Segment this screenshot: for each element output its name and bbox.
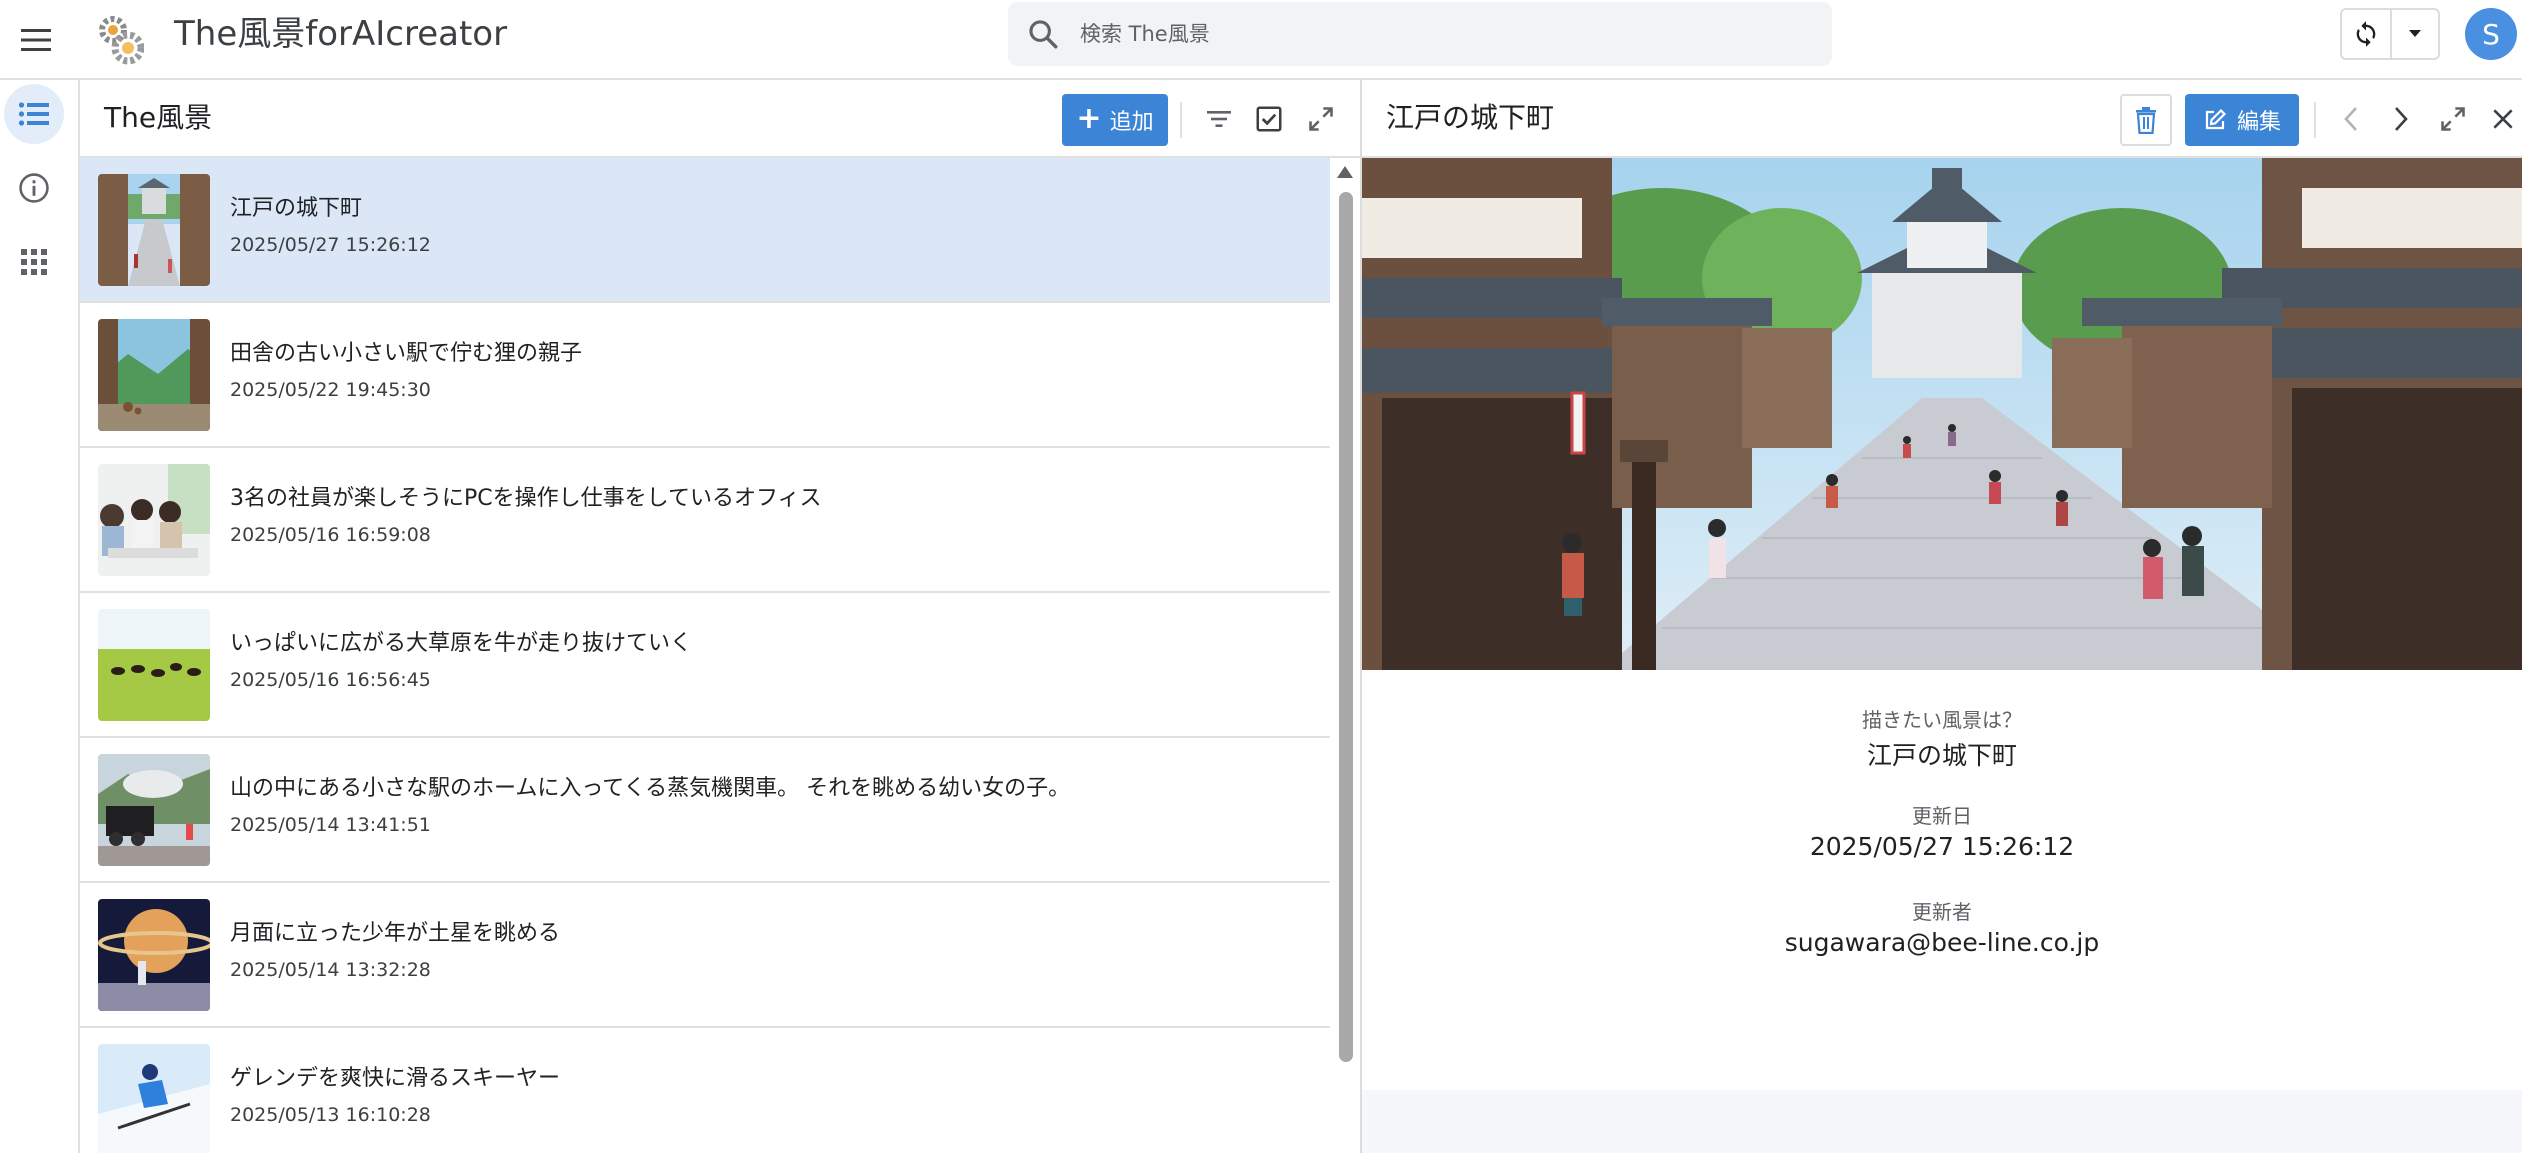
item-list: 江戸の城下町 2025/05/27 15:26:12 田舎の古い小さい駅で佇む狸…: [80, 158, 1330, 1153]
expand-list-button[interactable]: [1300, 98, 1342, 140]
header-divider: [2314, 102, 2316, 138]
app-logo-gears-icon: [99, 16, 144, 65]
scroll-up-arrow-icon[interactable]: [1337, 166, 1353, 178]
item-title: 江戸の城下町: [230, 196, 363, 221]
apps-icon: [21, 249, 47, 275]
rail-item-apps[interactable]: [4, 232, 64, 292]
thumbnail-image: [98, 899, 210, 1011]
top-app-bar: The風景forAIcreator S: [0, 0, 2522, 80]
item-title: いっぱいに広がる大草原を牛が走り抜けていく: [230, 631, 693, 656]
list-item[interactable]: いっぱいに広がる大草原を牛が走り抜けていく 2025/05/16 16:56:4…: [80, 593, 1330, 738]
list-panel: The風景 + 追加 江戸の城下町 2025/05/27 15:26:12 田舎…: [80, 80, 1360, 1153]
previous-button[interactable]: [2330, 98, 2372, 140]
list-panel-title: The風景: [104, 101, 213, 134]
filter-icon: [1207, 111, 1231, 127]
info-icon: [19, 173, 49, 203]
item-date: 2025/05/16 16:59:08: [230, 524, 431, 546]
delete-button[interactable]: [2120, 94, 2172, 146]
header-divider: [1180, 102, 1182, 138]
next-button[interactable]: [2380, 98, 2422, 140]
scroll-thumb[interactable]: [1339, 192, 1353, 1062]
item-title: 田舎の古い小さい駅で佇む狸の親子: [230, 341, 583, 366]
list-scrollbar[interactable]: [1330, 158, 1360, 1153]
item-date: 2025/05/13 16:10:28: [230, 1104, 431, 1126]
thumbnail-image: [98, 609, 210, 721]
add-button[interactable]: + 追加: [1062, 94, 1168, 146]
detail-hero-image: [1362, 158, 2522, 670]
list-item[interactable]: 江戸の城下町 2025/05/27 15:26:12: [80, 158, 1330, 303]
detail-fields: 描きたい風景は？ 江戸の城下町 更新日 2025/05/27 15:26:12 …: [1362, 670, 2522, 1026]
list-item[interactable]: 月面に立った少年が土星を眺める 2025/05/14 13:32:28: [80, 883, 1330, 1028]
chevron-left-icon: [2344, 107, 2357, 131]
navigation-rail: [0, 80, 80, 1153]
sync-options-dropdown[interactable]: [2389, 10, 2438, 58]
close-icon: [2493, 109, 2513, 129]
item-date: 2025/05/14 13:32:28: [230, 959, 431, 981]
item-title: 山の中にある小さな駅のホームに入ってくる蒸気機関車。 それを眺める幼い女の子。: [230, 776, 1071, 801]
rail-item-info[interactable]: [4, 158, 64, 218]
select-mode-button[interactable]: [1248, 98, 1290, 140]
chevron-right-icon: [2395, 107, 2408, 131]
sync-button[interactable]: [2342, 10, 2390, 58]
list-item[interactable]: 3名の社員が楽しそうにPCを操作し仕事をしているオフィス 2025/05/16 …: [80, 448, 1330, 593]
list-item[interactable]: 田舎の古い小さい駅で佇む狸の親子 2025/05/22 19:45:30: [80, 303, 1330, 448]
edit-button-label: 編集: [2236, 110, 2281, 135]
filter-button[interactable]: [1198, 98, 1240, 140]
thumbnail-image: [98, 319, 210, 431]
field-value-updated-date: 2025/05/27 15:26:12: [1809, 832, 2075, 861]
thumbnail-image: [98, 754, 210, 866]
detail-panel-header: 江戸の城下町 編集: [1362, 80, 2522, 158]
list-item[interactable]: ゲレンデを爽快に滑るスキーヤー 2025/05/13 16:10:28: [80, 1028, 1330, 1153]
detail-title: 江戸の城下町: [1386, 101, 1555, 134]
app-title: The風景forAIcreator: [174, 14, 508, 54]
caret-down-icon: [2408, 30, 2421, 37]
item-date: 2025/05/27 15:26:12: [230, 234, 431, 256]
expand-icon: [1309, 107, 1333, 131]
edit-button[interactable]: 編集: [2185, 94, 2299, 146]
menu-icon: [21, 29, 51, 51]
search-input[interactable]: [1080, 22, 1780, 46]
plus-icon: +: [1076, 100, 1102, 136]
edit-icon: [2205, 108, 2227, 130]
expand-detail-button[interactable]: [2432, 98, 2474, 140]
item-date: 2025/05/16 16:56:45: [230, 669, 431, 691]
expand-icon: [2441, 107, 2465, 131]
thumbnail-image: [98, 174, 210, 286]
thumbnail-image: [98, 1044, 210, 1153]
item-title: ゲレンデを爽快に滑るスキーヤー: [230, 1066, 561, 1091]
search-bar[interactable]: [1008, 2, 1832, 66]
trash-icon: [2136, 107, 2156, 134]
list-item[interactable]: 山の中にある小さな駅のホームに入ってくる蒸気機関車。 それを眺める幼い女の子。 …: [80, 738, 1330, 883]
field-label-updated-by: 更新者: [1912, 900, 1972, 924]
item-title: 月面に立った少年が土星を眺める: [230, 921, 561, 946]
item-date: 2025/05/22 19:45:30: [230, 379, 431, 401]
field-value-updated-by: sugawara@bee-line.co.jp: [1784, 928, 2100, 957]
field-label-updated-date: 更新日: [1912, 804, 1972, 828]
item-title: 3名の社員が楽しそうにPCを操作し仕事をしているオフィス: [230, 486, 822, 511]
list-icon: [18, 102, 49, 126]
close-detail-button[interactable]: [2482, 98, 2522, 140]
list-panel-header: The風景 + 追加: [80, 80, 1360, 158]
detail-panel: 江戸の城下町 編集 描きたい風景は？ 江戸の城下町 更新日 2025/05/27…: [1362, 80, 2522, 1153]
search-icon: [1008, 2, 1078, 66]
checkbox-checked-icon: [1256, 106, 1282, 132]
add-button-label: 追加: [1109, 110, 1154, 135]
rail-item-list[interactable]: [4, 84, 64, 144]
field-value-prompt: 江戸の城下町: [1866, 741, 2017, 770]
thumbnail-image: [98, 464, 210, 576]
sync-icon: [2356, 21, 2376, 47]
item-date: 2025/05/14 13:41:51: [230, 814, 431, 836]
hamburger-menu-button[interactable]: [10, 14, 62, 66]
field-label-prompt: 描きたい風景は？: [1862, 708, 2022, 732]
sync-button-group: [2340, 8, 2440, 60]
detail-footer-area: [1362, 1090, 2522, 1153]
user-avatar[interactable]: S: [2465, 8, 2517, 60]
